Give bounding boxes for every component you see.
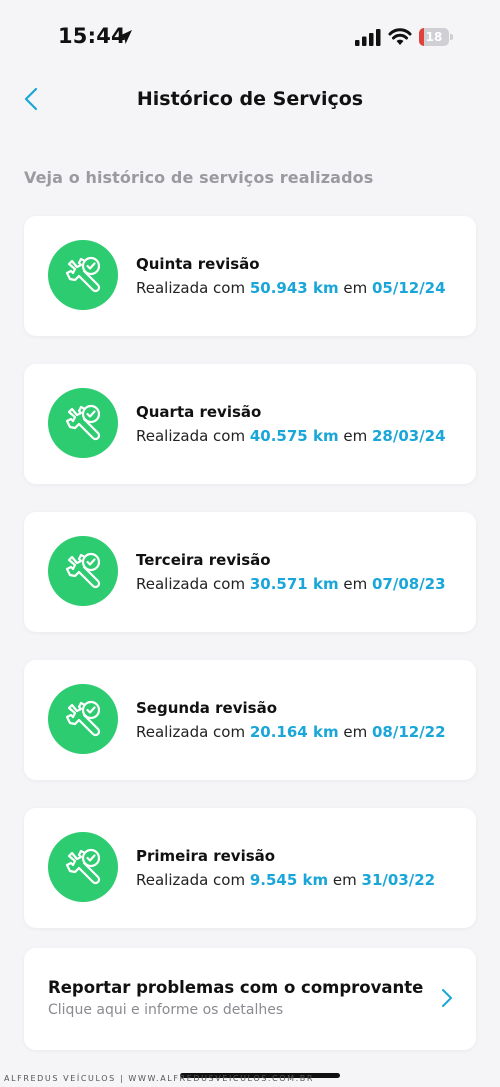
wrench-check-icon	[48, 240, 118, 310]
service-title: Quarta revisão	[136, 403, 262, 421]
wrench-check-icon	[48, 684, 118, 754]
service-title: Quinta revisão	[136, 255, 260, 273]
service-km: 9.545 km	[249, 871, 329, 889]
service-description: Realizada com 50.943 km em 05/12/24	[136, 279, 446, 297]
service-km: 30.571 km	[249, 575, 339, 593]
service-km: 20.164 km	[249, 723, 339, 741]
location-arrow-icon	[118, 30, 132, 44]
header: Histórico de Serviços	[0, 70, 500, 130]
service-date: 28/03/24	[371, 427, 446, 445]
report-title: Reportar problemas com o comprovante	[48, 978, 424, 997]
service-date: 31/03/22	[361, 871, 436, 889]
battery-level: 18	[425, 30, 443, 44]
service-date: 08/12/22	[371, 723, 446, 741]
service-km: 40.575 km	[249, 427, 339, 445]
watermark: ALFREDUS VEÍCULOS | WWW.ALFREDUSVEICULOS…	[4, 1074, 315, 1083]
service-card: Quarta revisão Realizada com 40.575 km e…	[24, 364, 476, 484]
service-date: 07/08/23	[371, 575, 446, 593]
service-card: Segunda revisão Realizada com 20.164 km …	[24, 660, 476, 780]
wrench-check-icon	[48, 388, 118, 458]
service-card: Terceira revisão Realizada com 30.571 km…	[24, 512, 476, 632]
service-description: Realizada com 20.164 km em 08/12/22	[136, 723, 446, 741]
wifi-icon	[388, 28, 412, 45]
report-problems-button[interactable]: Reportar problemas com o comprovante Cli…	[24, 948, 476, 1050]
page-subtitle: Veja o histórico de serviços realizados	[24, 168, 374, 187]
service-title: Primeira revisão	[136, 847, 276, 865]
service-description: Realizada com 40.575 km em 28/03/24	[136, 427, 446, 445]
status-bar: 15:44 18	[0, 0, 500, 70]
service-card: Quinta revisão Realizada com 50.943 km e…	[24, 216, 476, 336]
cellular-signal-icon	[355, 29, 381, 46]
service-title: Segunda revisão	[136, 699, 277, 717]
battery-icon: 18	[419, 28, 453, 46]
page-title: Histórico de Serviços	[136, 88, 364, 110]
chevron-right-icon	[442, 989, 452, 1007]
service-title: Terceira revisão	[136, 551, 271, 569]
report-subtitle: Clique aqui e informe os detalhes	[48, 1002, 284, 1018]
service-description: Realizada com 9.545 km em 31/03/22	[136, 871, 436, 889]
service-km: 50.943 km	[249, 279, 339, 297]
wrench-check-icon	[48, 536, 118, 606]
service-description: Realizada com 30.571 km em 07/08/23	[136, 575, 446, 593]
service-card: Primeira revisão Realizada com 9.545 km …	[24, 808, 476, 928]
wrench-check-icon	[48, 832, 118, 902]
service-date: 05/12/24	[371, 279, 446, 297]
